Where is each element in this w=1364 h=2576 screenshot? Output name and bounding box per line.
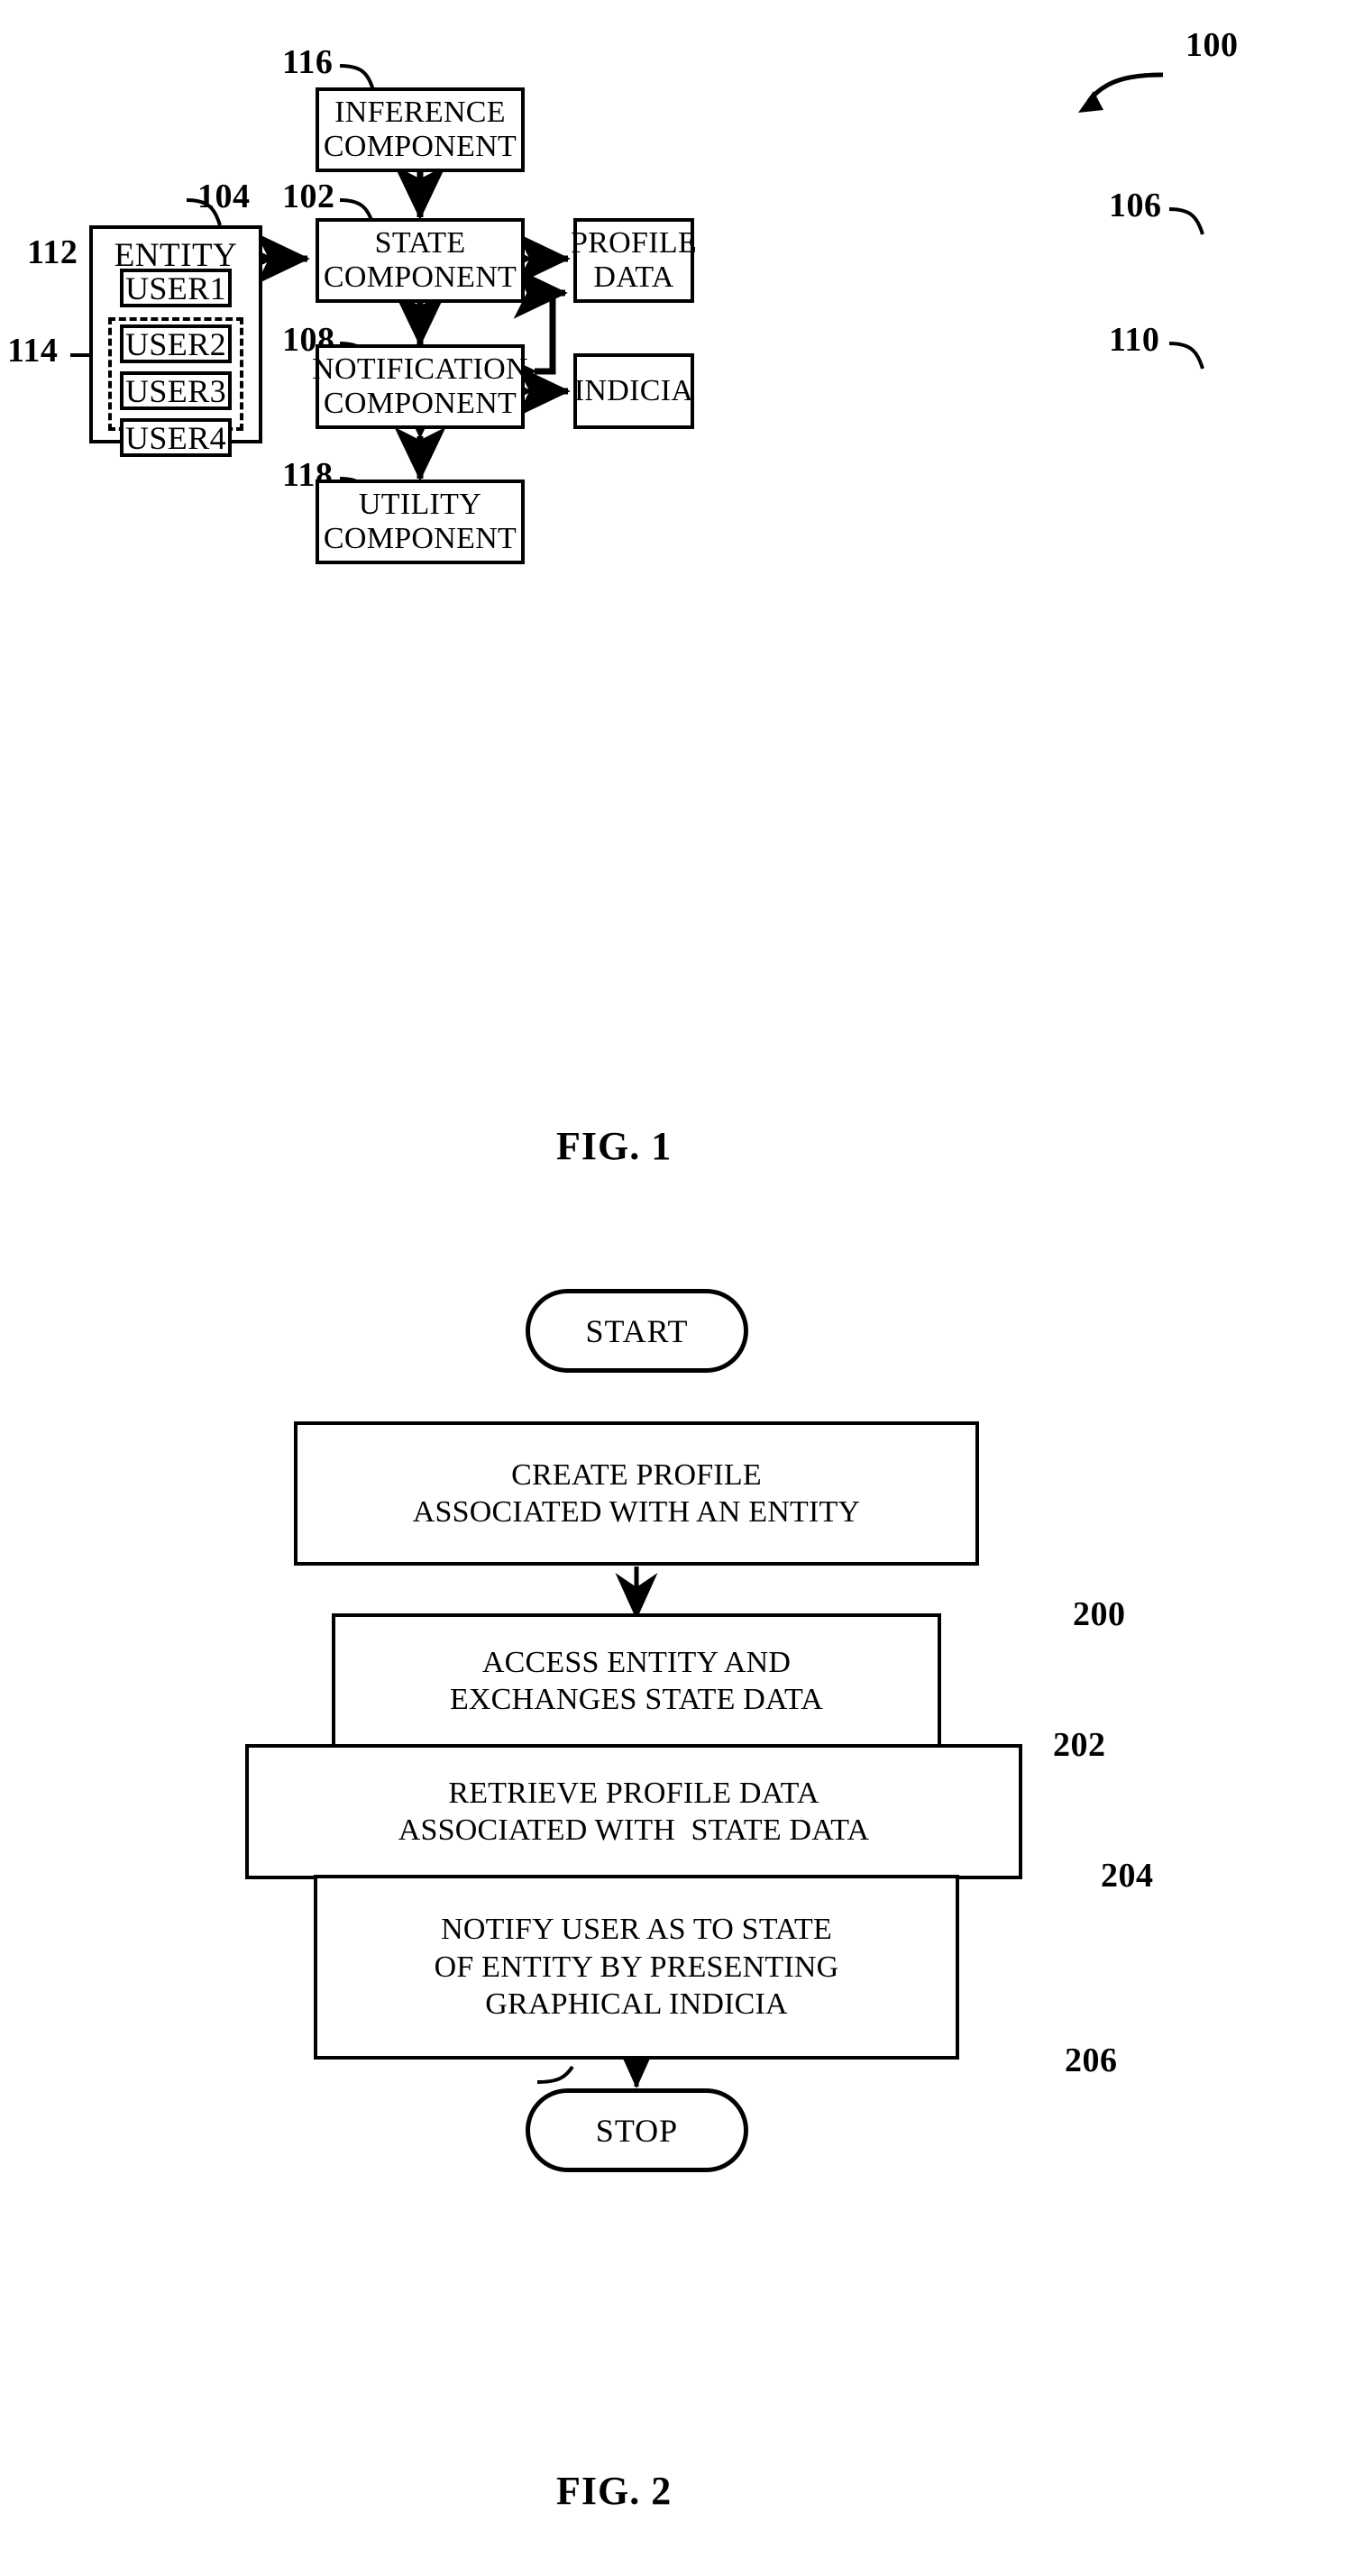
ref-114: 114 (7, 332, 59, 370)
step-204-line-2: ASSOCIATED WITH STATE DATA (398, 1813, 870, 1847)
step-206-line-2: OF ENTITY BY PRESENTING (434, 1950, 839, 1984)
flow-terminal-start: START (526, 1289, 748, 1373)
connector-notification-profile-elbow (482, 267, 568, 397)
profile-line-1: PROFILE (571, 225, 698, 260)
figure-2-caption: FIG. 2 (556, 2469, 673, 2513)
notification-line-2: COMPONENT (323, 387, 517, 420)
ref-102: 102 (282, 178, 335, 215)
start-label: START (585, 1312, 689, 1349)
utility-line-1: UTILITY (358, 487, 482, 521)
user2-label: USER2 (124, 325, 227, 362)
step-206-line-1: NOTIFY USER AS TO STATE (441, 1913, 832, 1947)
node-utility-component: UTILITY COMPONENT (316, 480, 525, 564)
flow-step-206: NOTIFY USER AS TO STATE OF ENTITY BY PRE… (314, 1875, 959, 2060)
ref-104: 104 (197, 178, 251, 215)
figure-1-caption: FIG. 1 (556, 1124, 673, 1168)
node-indicia: INDICIA (573, 353, 694, 429)
node-notification-component: NOTIFICATION COMPONENT (312, 344, 528, 429)
flow-step-202: ACCESS ENTITY AND EXCHANGES STATE DATA (332, 1613, 941, 1749)
step-200-line-2: ASSOCIATED WITH AN ENTITY (412, 1495, 861, 1529)
leader-100 (1087, 72, 1164, 103)
node-inference-component: INFERENCE COMPONENT (316, 87, 525, 172)
user-box-user2: USER2 (120, 324, 232, 363)
state-line-2: COMPONENT (323, 260, 517, 294)
node-profile-data: PROFILE DATA (571, 218, 698, 303)
ref-112: 112 (27, 233, 78, 271)
ref-106: 106 (1109, 187, 1162, 224)
ref-206: 206 (1065, 2042, 1118, 2079)
ref-202: 202 (1053, 1726, 1106, 1764)
step-200-line-1: CREATE PROFILE (511, 1457, 762, 1492)
leader-110 (1168, 342, 1204, 370)
flow-step-200: CREATE PROFILE ASSOCIATED WITH AN ENTITY (294, 1421, 979, 1566)
user3-label: USER3 (124, 372, 227, 409)
step-204-line-1: RETRIEVE PROFILE DATA (448, 1776, 819, 1810)
utility-line-2: COMPONENT (323, 522, 517, 555)
profile-line-2: DATA (593, 260, 674, 294)
user-box-user3: USER3 (120, 371, 232, 410)
node-state-component: STATE COMPONENT (316, 218, 525, 303)
user4-label: USER4 (124, 419, 227, 456)
ref-110: 110 (1109, 321, 1160, 359)
ref-100: 100 (1185, 26, 1239, 64)
flow-terminal-stop: STOP (526, 2088, 748, 2172)
notification-line-1: NOTIFICATION (312, 352, 528, 386)
patent-drawing-sheet: 100 116 104 102 106 112 108 110 114 118 … (0, 0, 1364, 2576)
leader-100-arrowhead (1078, 91, 1103, 113)
stop-label: STOP (595, 2112, 679, 2149)
step-202-line-2: EXCHANGES STATE DATA (449, 1683, 824, 1716)
ref-200: 200 (1073, 1595, 1126, 1633)
user-box-user4: USER4 (120, 418, 232, 457)
step-202-line-1: ACCESS ENTITY AND (481, 1645, 792, 1679)
ref-204: 204 (1101, 1857, 1154, 1895)
step-206-line-3: GRAPHICAL INDICIA (485, 1987, 788, 2022)
leader-206 (536, 2065, 574, 2084)
user1-label: USER1 (124, 269, 227, 306)
user-box-user1: USER1 (120, 269, 232, 307)
flow-step-204: RETRIEVE PROFILE DATA ASSOCIATED WITH ST… (245, 1744, 1022, 1879)
leader-116 (339, 64, 375, 91)
inference-line-2: COMPONENT (323, 130, 517, 163)
ref-116: 116 (282, 43, 334, 81)
indicia-line-1: INDICIA (573, 373, 694, 407)
state-line-1: STATE (374, 225, 466, 260)
leader-106 (1168, 207, 1204, 235)
inference-line-1: INFERENCE (334, 95, 506, 129)
